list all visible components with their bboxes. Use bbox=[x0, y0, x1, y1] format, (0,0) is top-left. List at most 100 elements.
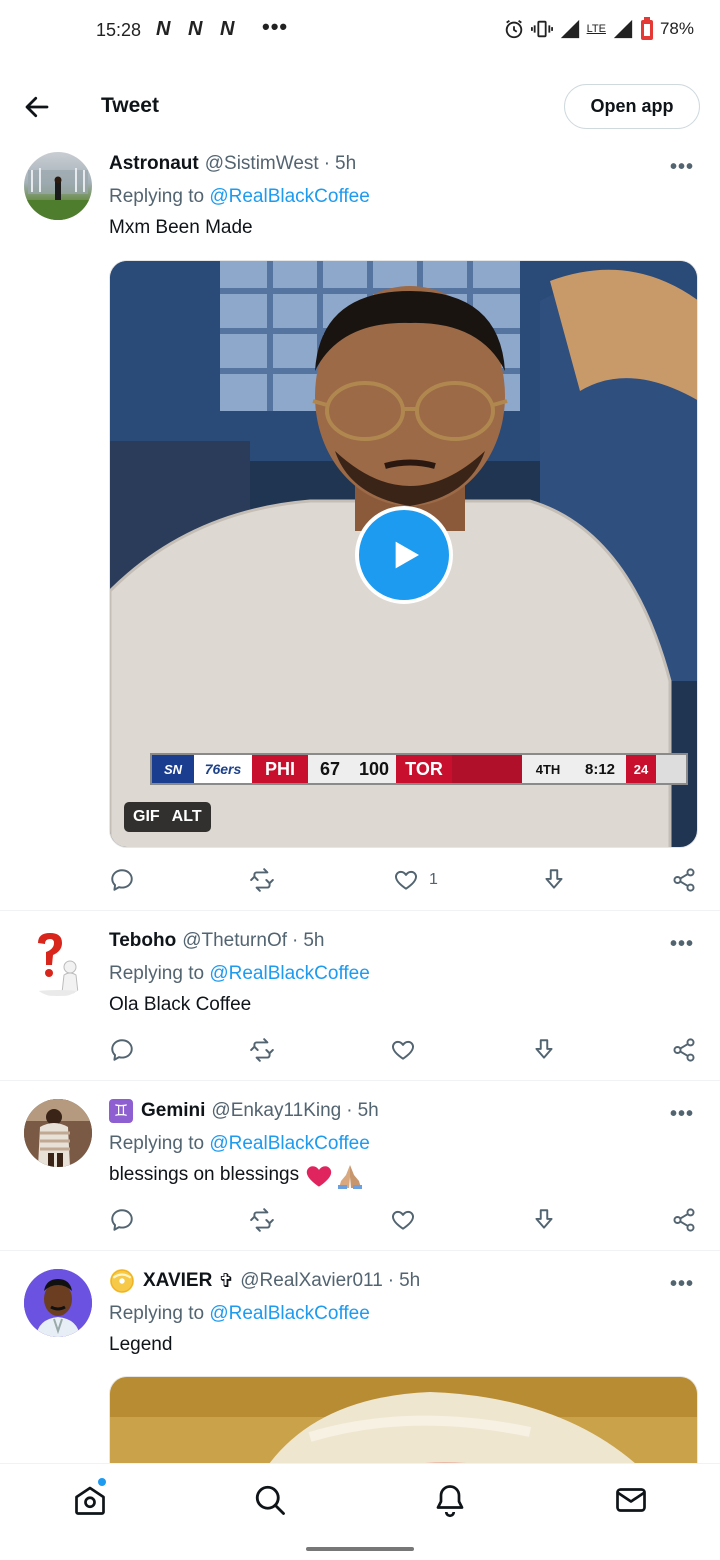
like-button[interactable] bbox=[390, 1035, 416, 1065]
retweet-button[interactable] bbox=[249, 865, 275, 895]
share-button[interactable] bbox=[671, 865, 697, 895]
search-icon[interactable] bbox=[252, 1482, 288, 1518]
more-options-icon[interactable]: ••• bbox=[670, 1273, 694, 1296]
separator: · bbox=[292, 930, 299, 951]
share-button[interactable] bbox=[671, 1205, 697, 1235]
share-icon bbox=[673, 1208, 695, 1232]
share-icon bbox=[673, 1038, 695, 1062]
author-name[interactable]: Teboho bbox=[109, 930, 176, 952]
author-name[interactable]: Gemini bbox=[141, 1100, 205, 1122]
tweet-teboho[interactable]: Teboho @TheturnOf · 5h ••• Replying to @… bbox=[0, 911, 720, 1081]
tweet-actions bbox=[109, 1205, 699, 1235]
mention-link[interactable]: @RealBlackCoffee bbox=[209, 1303, 369, 1324]
avatar[interactable] bbox=[24, 929, 92, 997]
tweet-text: Ola Black Coffee bbox=[109, 994, 252, 1015]
author-name[interactable]: XAVIER bbox=[143, 1270, 212, 1292]
media-badge: GIF ALT bbox=[124, 802, 211, 832]
reply-button[interactable] bbox=[109, 1205, 135, 1235]
more-options-icon[interactable]: ••• bbox=[670, 1103, 694, 1126]
tweet-meta: ♊ Gemini @Enkay11King · 5h bbox=[109, 1098, 379, 1124]
messages-icon[interactable] bbox=[613, 1482, 649, 1518]
avatar-image bbox=[24, 1099, 92, 1167]
mention-link[interactable]: @RealBlackCoffee bbox=[209, 1133, 369, 1154]
avatar-image bbox=[24, 168, 92, 220]
tweet-astronaut[interactable]: Astronaut @SistimWest · 5h ••• Replying … bbox=[0, 144, 720, 911]
home-icon[interactable] bbox=[72, 1482, 108, 1518]
author-name[interactable]: Astronaut bbox=[109, 153, 199, 175]
gemini-emoji: ♊ bbox=[109, 1099, 133, 1123]
tweet-meta: Astronaut @SistimWest · 5h bbox=[109, 151, 356, 177]
tweet-xavier[interactable]: XAVIER ✞ @RealXavier011 · 5h ••• Replyin… bbox=[0, 1251, 720, 1463]
score-team1-logo: 76ers bbox=[194, 755, 252, 783]
score-value1: 67 bbox=[308, 755, 352, 783]
retweet-icon bbox=[250, 1208, 274, 1232]
tweet-time: 5h bbox=[335, 153, 357, 174]
tweet-gemini[interactable]: ♊ Gemini @Enkay11King · 5h ••• Replying … bbox=[0, 1081, 720, 1251]
tweet-media-image[interactable] bbox=[109, 1376, 698, 1463]
avatar[interactable] bbox=[24, 1269, 92, 1337]
download-button[interactable] bbox=[541, 865, 567, 895]
download-button[interactable] bbox=[531, 1035, 557, 1065]
avatar[interactable] bbox=[24, 1099, 92, 1167]
reply-icon bbox=[111, 1039, 133, 1061]
tweet-actions: 1 bbox=[109, 865, 699, 895]
alt-label[interactable]: ALT bbox=[172, 808, 202, 826]
open-app-button[interactable]: Open app bbox=[564, 84, 700, 129]
replying-prefix: Replying to bbox=[109, 963, 210, 984]
status-bar: 15:28 N N N ••• LTE 78% bbox=[0, 0, 720, 60]
author-handle[interactable]: @Enkay11King bbox=[211, 1100, 341, 1122]
scoreboard: SN 76ers PHI 67 100 TOR 4TH 8:12 24 bbox=[150, 753, 688, 785]
score-clock: 8:12 bbox=[574, 755, 626, 783]
author-handle[interactable]: @TheturnOf bbox=[182, 930, 287, 952]
more-notifications-icon: ••• bbox=[262, 14, 289, 39]
tweet-time: 5h bbox=[357, 1100, 379, 1121]
replying-to: Replying to @RealBlackCoffee bbox=[109, 963, 370, 985]
red-heart-emoji-icon bbox=[306, 1166, 332, 1187]
author-handle[interactable]: @RealXavier011 bbox=[240, 1270, 383, 1292]
avatar[interactable] bbox=[24, 152, 92, 220]
separator: · bbox=[387, 1270, 395, 1291]
more-options-icon[interactable]: ••• bbox=[670, 156, 694, 179]
share-icon bbox=[673, 868, 695, 892]
mention-link[interactable]: @RealBlackCoffee bbox=[209, 963, 369, 984]
notifications-icon[interactable] bbox=[432, 1482, 468, 1518]
gif-label: GIF bbox=[133, 808, 160, 825]
tweet-meta: XAVIER ✞ @RealXavier011 · 5h bbox=[109, 1268, 420, 1294]
score-value2: 100 bbox=[352, 755, 396, 783]
gesture-navigation-bar[interactable] bbox=[306, 1547, 414, 1551]
retweet-button[interactable] bbox=[249, 1035, 275, 1065]
like-button[interactable]: 1 bbox=[393, 865, 438, 895]
tweet-text: Legend bbox=[109, 1334, 173, 1355]
mention-link[interactable]: @RealBlackCoffee bbox=[209, 186, 369, 207]
praying-hands-emoji-icon bbox=[338, 1165, 363, 1189]
heart-icon bbox=[392, 1210, 414, 1230]
download-icon bbox=[535, 1209, 553, 1229]
battery-percent: 78% bbox=[659, 19, 694, 38]
retweet-icon bbox=[250, 868, 274, 892]
avatar-image bbox=[24, 1269, 92, 1337]
score-team1: PHI bbox=[252, 755, 308, 783]
network-type: LTE bbox=[586, 23, 606, 35]
cross-emoji: ✞ bbox=[218, 1270, 235, 1292]
like-button[interactable] bbox=[390, 1205, 416, 1235]
notification-app-icons: N N N bbox=[156, 18, 241, 40]
more-options-icon[interactable]: ••• bbox=[670, 933, 694, 956]
back-arrow-icon[interactable] bbox=[22, 92, 52, 122]
reply-button[interactable] bbox=[109, 865, 135, 895]
retweet-button[interactable] bbox=[249, 1205, 275, 1235]
share-button[interactable] bbox=[671, 1035, 697, 1065]
play-icon bbox=[395, 541, 419, 569]
reply-button[interactable] bbox=[109, 1035, 135, 1065]
separator: · bbox=[346, 1100, 353, 1121]
tweet-media-gif[interactable]: SN 76ers PHI 67 100 TOR 4TH 8:12 24 GIF … bbox=[109, 260, 698, 848]
retweet-icon bbox=[250, 1038, 274, 1062]
tweet-text: blessings on blessings bbox=[109, 1164, 300, 1185]
download-button[interactable] bbox=[531, 1205, 557, 1235]
play-button[interactable] bbox=[355, 506, 453, 604]
tweet-time: 5h bbox=[399, 1270, 421, 1291]
score-period: 4TH bbox=[522, 755, 574, 783]
author-handle[interactable]: @SistimWest bbox=[205, 153, 319, 175]
download-icon bbox=[545, 869, 563, 889]
replying-prefix: Replying to bbox=[109, 1133, 210, 1154]
replying-to: Replying to @RealBlackCoffee bbox=[109, 1303, 370, 1325]
